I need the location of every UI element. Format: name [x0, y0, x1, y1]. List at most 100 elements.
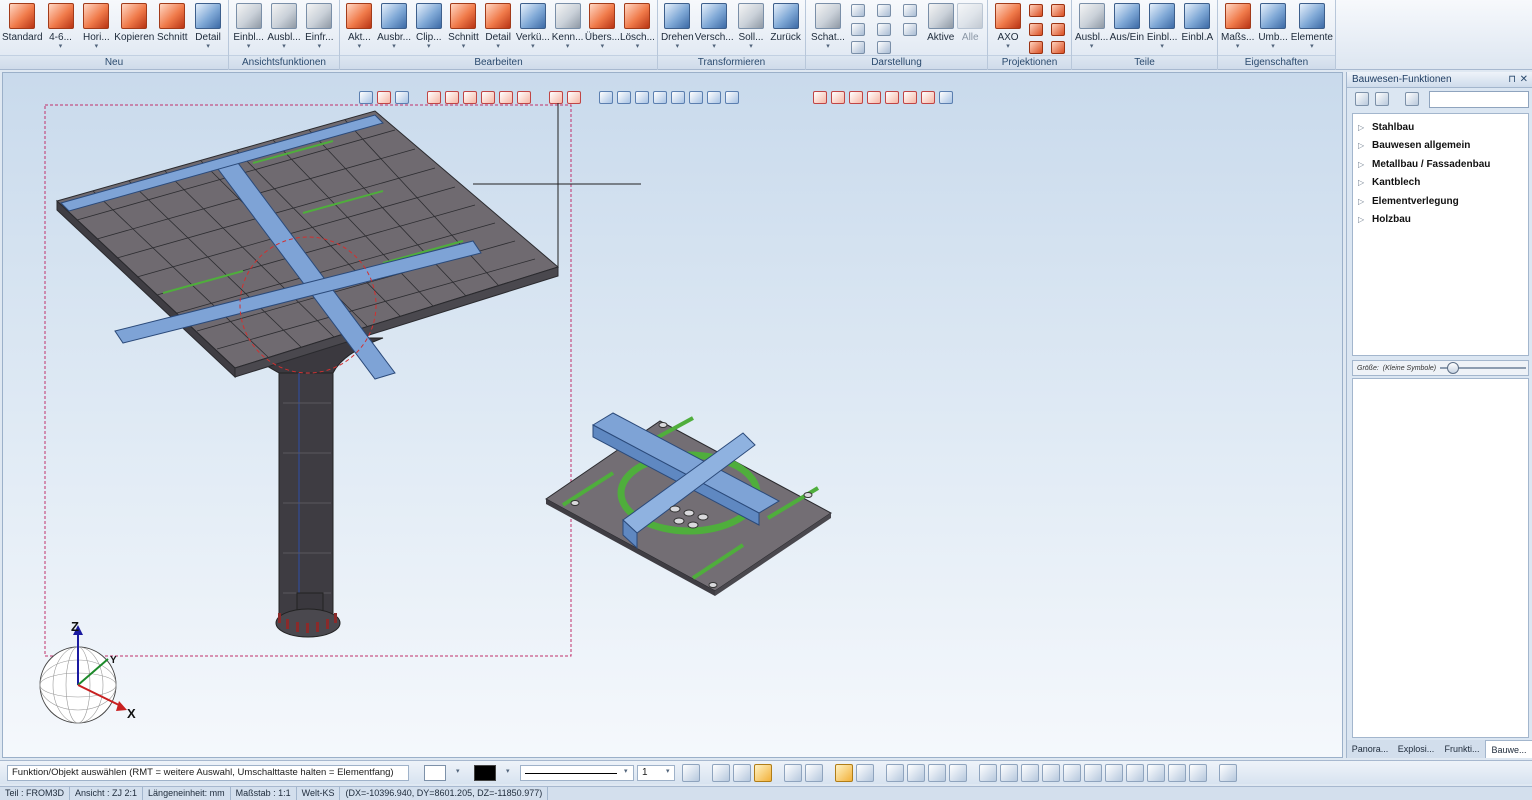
point-4-icon[interactable] — [1042, 764, 1060, 782]
canopy-model[interactable] — [56, 110, 560, 638]
tree-item-elementverlegung[interactable]: ▷ Elementverlegung — [1353, 192, 1528, 211]
panel-search-input[interactable] — [1429, 90, 1529, 108]
points-icon[interactable] — [805, 764, 823, 782]
tab-panorama[interactable]: Panora... — [1347, 740, 1393, 758]
texture-icon[interactable] — [903, 22, 917, 36]
layer-active-icon[interactable] — [835, 764, 853, 782]
left-view-icon[interactable] — [1050, 22, 1065, 36]
point-2-icon[interactable] — [1000, 764, 1018, 782]
edit-section-button[interactable]: Schnitt ▾ — [446, 2, 481, 54]
color-cube-icon[interactable] — [754, 764, 772, 782]
break-out-button[interactable]: Ausbr... ▾ — [377, 2, 412, 54]
hide-parts-button[interactable]: Ausbl... ▾ — [1074, 2, 1109, 54]
snap-1-icon[interactable] — [886, 764, 904, 782]
layer-icon[interactable] — [856, 764, 874, 782]
standard-button[interactable]: Standard — [2, 2, 43, 54]
tab-bauwesen[interactable]: Bauwe... — [1485, 740, 1532, 758]
tree-item-stahlbau[interactable]: ▷ Stahlbau — [1353, 118, 1528, 137]
tree-item-holzbau[interactable]: ▷ Holzbau — [1353, 211, 1528, 230]
chevron-down-icon[interactable]: ▾ — [506, 767, 510, 775]
frame-select-icon[interactable] — [784, 764, 802, 782]
3d-viewport[interactable]: Z Y X — [2, 72, 1343, 758]
shorten-button[interactable]: Verkü... ▾ — [516, 2, 551, 54]
point-10-icon[interactable] — [1168, 764, 1186, 782]
label-button[interactable]: Kenn... ▾ — [550, 2, 585, 54]
color-select[interactable] — [474, 765, 496, 781]
point-9-icon[interactable] — [1147, 764, 1165, 782]
show-all-parts-button[interactable]: Einbl.A — [1180, 2, 1215, 54]
axo-button[interactable]: AXO ▾ — [990, 2, 1026, 54]
expand-arrow-icon[interactable]: ▷ — [1358, 197, 1372, 206]
show-view-button[interactable]: Einbl... ▾ — [231, 2, 266, 54]
expand-arrow-icon[interactable]: ▷ — [1358, 141, 1372, 150]
tree-item-kantblech[interactable]: ▷ Kantblech — [1353, 174, 1528, 193]
chevron-down-icon[interactable]: ▾ — [624, 767, 628, 775]
tree-item-bauwesen-allgemein[interactable]: ▷ Bauwesen allgemein — [1353, 137, 1528, 156]
copy-view-button[interactable]: Kopieren — [114, 2, 154, 54]
back-view-icon[interactable] — [1050, 4, 1065, 17]
point-1-icon[interactable] — [979, 764, 997, 782]
top-view-icon[interactable] — [1029, 41, 1043, 54]
point-7-icon[interactable] — [1105, 764, 1123, 782]
shading-button[interactable]: Schat... ▾ — [808, 2, 848, 54]
tree-item-metallbau[interactable]: ▷ Metallbau / Fassadenbau — [1353, 155, 1528, 174]
hidden-line-icon[interactable] — [851, 22, 865, 36]
command-prompt[interactable]: Funktion/Objekt auswählen (RMT = weitere… — [7, 765, 409, 781]
bottom-view-icon[interactable] — [1050, 41, 1065, 54]
snap-angle-icon[interactable] — [733, 764, 751, 782]
snap-3-icon[interactable] — [928, 764, 946, 782]
target-button[interactable]: Soll... ▾ — [734, 2, 769, 54]
point-5-icon[interactable] — [1063, 764, 1081, 782]
horizontal-view-button[interactable]: Hori... ▾ — [78, 2, 114, 54]
elements-button[interactable]: Elemente ▾ — [1291, 2, 1333, 54]
active-button[interactable]: Aktive — [926, 2, 956, 54]
expand-arrow-icon[interactable]: ▷ — [1358, 215, 1372, 224]
section-view-button[interactable]: Schnitt — [154, 2, 190, 54]
wireframe-icon[interactable] — [851, 4, 865, 17]
reset-button[interactable]: Zurück — [768, 2, 803, 54]
point-8-icon[interactable] — [1126, 764, 1144, 782]
front-view-icon[interactable] — [1029, 4, 1043, 17]
scale-button[interactable]: Maßs... ▾ — [1220, 2, 1255, 54]
transparent-icon[interactable] — [877, 41, 891, 54]
size-slider-knob[interactable] — [1447, 362, 1460, 374]
snap-2-icon[interactable] — [907, 764, 925, 782]
activate-button[interactable]: Akt... ▾ — [342, 2, 377, 54]
smooth-shade-icon[interactable] — [877, 4, 891, 17]
all-button[interactable]: Alle — [956, 2, 986, 54]
edit-detail-button[interactable]: Detail ▾ — [481, 2, 516, 54]
point-11-icon[interactable] — [1189, 764, 1207, 782]
point-3-icon[interactable] — [1021, 764, 1039, 782]
line-style-select[interactable] — [520, 765, 634, 781]
expand-tree-icon[interactable] — [1355, 92, 1369, 106]
pen-icon[interactable] — [682, 764, 700, 782]
flat-shade-icon[interactable] — [851, 41, 865, 54]
refresh-icon[interactable] — [1219, 764, 1237, 782]
expand-arrow-icon[interactable]: ▷ — [1358, 123, 1372, 132]
chevron-down-icon[interactable]: ▾ — [456, 767, 460, 775]
pen-shape-select[interactable] — [424, 765, 446, 781]
silhouette-icon[interactable] — [903, 4, 917, 17]
point-6-icon[interactable] — [1084, 764, 1102, 782]
side-view-icon[interactable] — [1029, 22, 1043, 36]
rename-button[interactable]: Umb... ▾ — [1255, 2, 1290, 54]
rotate-button[interactable]: Drehen ▾ — [660, 2, 695, 54]
snap-4-icon[interactable] — [949, 764, 967, 782]
edges-icon[interactable] — [877, 22, 891, 36]
freeze-view-button[interactable]: Einfr... ▾ — [302, 2, 337, 54]
delete-button[interactable]: Lösch... ▾ — [620, 2, 655, 54]
collapse-tree-icon[interactable] — [1375, 92, 1389, 106]
overview-button[interactable]: Übers... ▾ — [585, 2, 620, 54]
chevron-down-icon[interactable]: ▾ — [666, 767, 670, 775]
move-button[interactable]: Versch... ▾ — [695, 2, 734, 54]
tab-funktionen[interactable]: Frunkti... — [1439, 740, 1485, 758]
expand-arrow-icon[interactable]: ▷ — [1358, 178, 1372, 187]
toggle-parts-button[interactable]: Aus/Ein — [1109, 2, 1144, 54]
show-parts-button[interactable]: Einbl... ▾ — [1145, 2, 1180, 54]
detail-view-button[interactable]: Detail ▾ — [190, 2, 226, 54]
snap-icon[interactable] — [712, 764, 730, 782]
hide-view-button[interactable]: Ausbl... ▾ — [266, 2, 301, 54]
tab-explosion[interactable]: Explosi... — [1393, 740, 1439, 758]
clip-button[interactable]: Clip... ▾ — [411, 2, 446, 54]
size-slider[interactable] — [1440, 362, 1526, 374]
